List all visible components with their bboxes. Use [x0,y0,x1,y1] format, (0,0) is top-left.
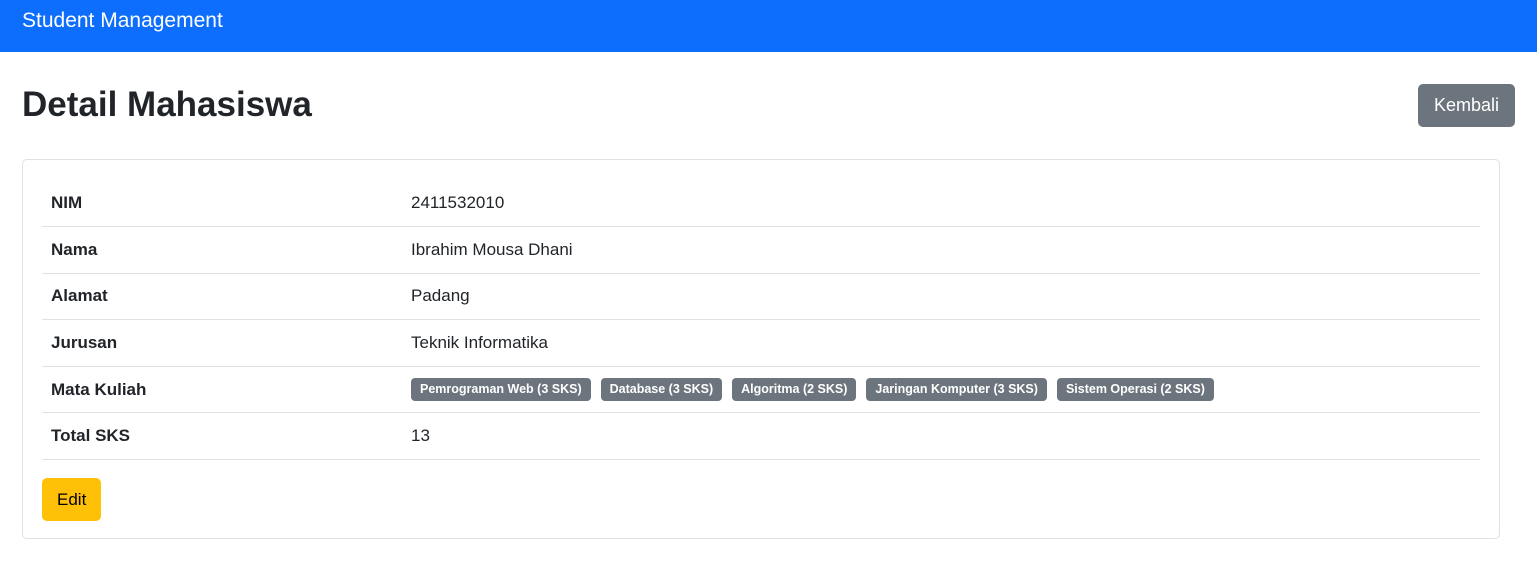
course-badge: Database (3 SKS) [600,378,723,402]
row-value-jurusan: Teknik Informatika [402,319,1480,367]
page-header: Detail Mahasiswa Kembali [22,52,1515,159]
page-title: Detail Mahasiswa [22,85,312,124]
table-row: Alamat Padang [42,273,1480,321]
back-button[interactable]: Kembali [1417,84,1515,127]
course-badges: Pemrograman Web (3 SKS) Database (3 SKS)… [411,378,1471,402]
main-container: Detail Mahasiswa Kembali NIM 2411532010 … [0,52,1537,539]
table-row: Nama Ibrahim Mousa Dhani [42,226,1480,274]
row-value-total-sks: 13 [402,412,1480,461]
table-row: Jurusan Teknik Informatika [42,319,1480,367]
row-label-mata-kuliah: Mata Kuliah [42,366,402,414]
course-badge: Pemrograman Web (3 SKS) [411,378,591,402]
navbar: Student Management [0,0,1537,52]
row-label-total-sks: Total SKS [42,412,402,461]
navbar-brand[interactable]: Student Management [22,0,223,42]
row-value-nama: Ibrahim Mousa Dhani [402,226,1480,274]
row-value-alamat: Padang [402,273,1480,321]
course-badge: Algoritma (2 SKS) [732,378,857,402]
row-label-jurusan: Jurusan [42,319,402,367]
course-badge: Jaringan Komputer (3 SKS) [866,378,1047,402]
course-badge: Sistem Operasi (2 SKS) [1056,378,1214,402]
row-value-nim: 2411532010 [402,180,1480,228]
row-label-nama: Nama [42,226,402,274]
edit-button[interactable]: Edit [42,478,102,522]
row-value-mata-kuliah: Pemrograman Web (3 SKS) Database (3 SKS)… [402,366,1480,414]
row-label-alamat: Alamat [42,273,402,321]
detail-card: NIM 2411532010 Nama Ibrahim Mousa Dhani … [22,159,1500,539]
detail-table: NIM 2411532010 Nama Ibrahim Mousa Dhani … [42,180,1480,461]
table-row: NIM 2411532010 [42,180,1480,228]
table-row: Total SKS 13 [42,412,1480,461]
row-label-nim: NIM [42,180,402,228]
table-row: Mata Kuliah Pemrograman Web (3 SKS) Data… [42,366,1480,414]
